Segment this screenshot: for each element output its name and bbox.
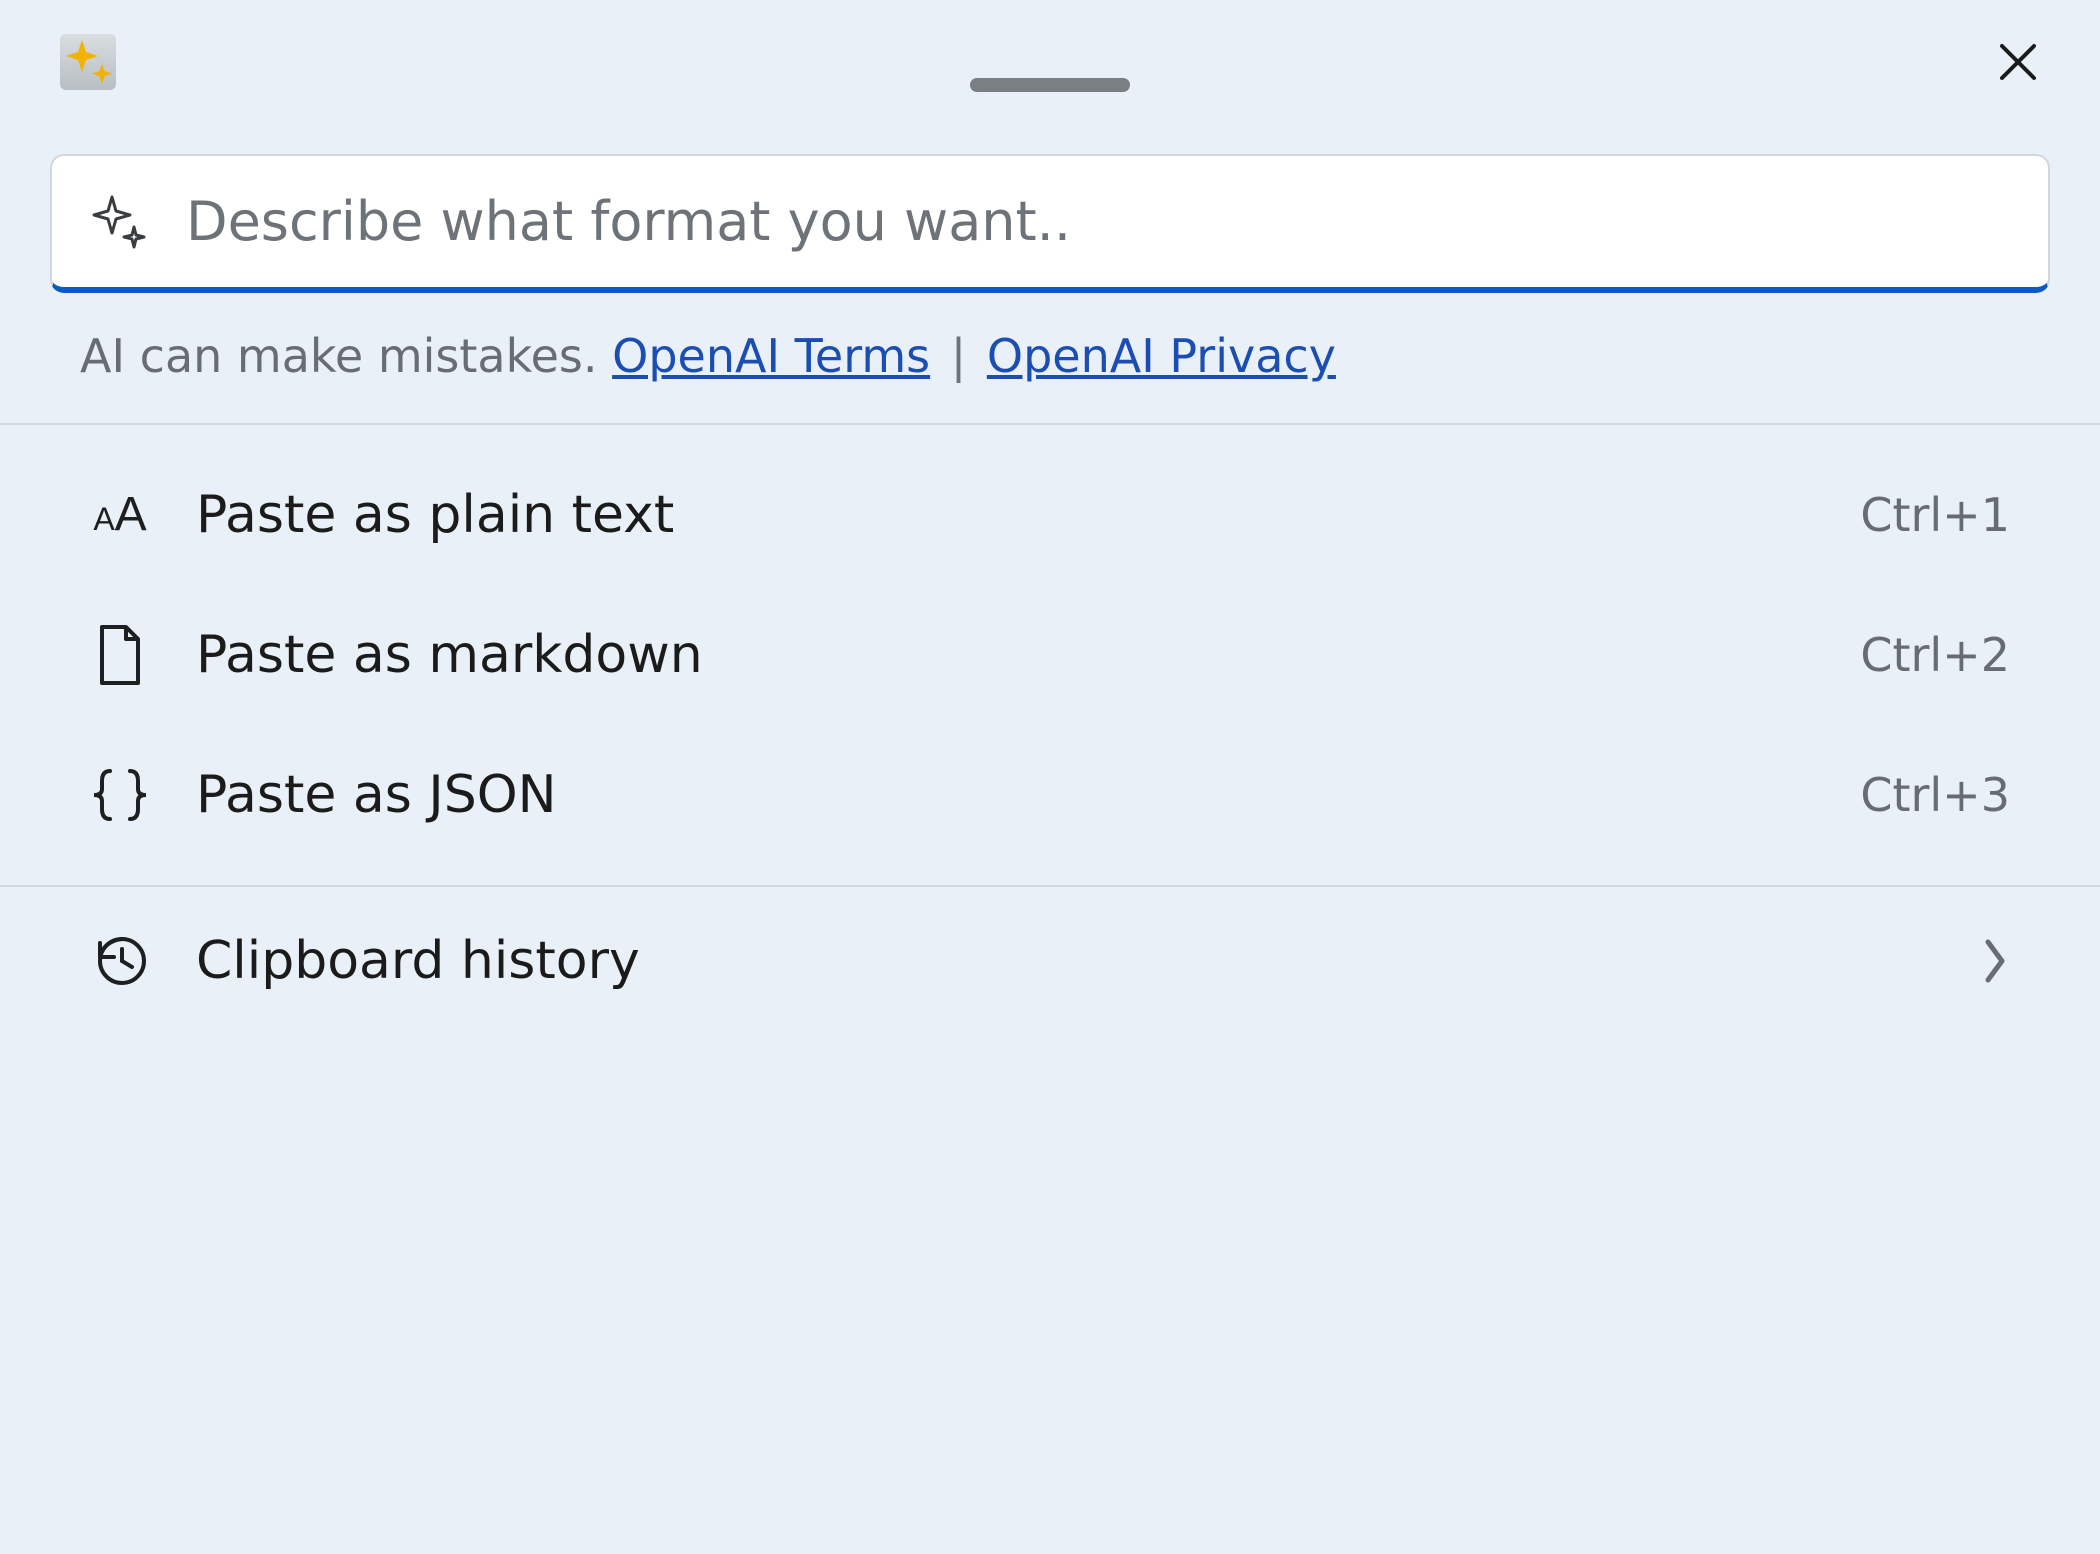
sparkle-icon xyxy=(92,195,146,249)
ai-disclaimer: AI can make mistakes. OpenAI Terms | Ope… xyxy=(50,329,2050,383)
advanced-paste-window: AI can make mistakes. OpenAI Terms | Ope… xyxy=(0,0,2100,1554)
option-label: Paste as plain text xyxy=(196,485,1814,545)
option-label: Paste as markdown xyxy=(196,625,1814,685)
option-shortcut: Ctrl+1 xyxy=(1860,488,2010,542)
history-icon xyxy=(90,931,150,991)
disclaimer-text: AI can make mistakes. xyxy=(80,329,612,383)
clipboard-history-label: Clipboard history xyxy=(196,931,1934,991)
braces-icon xyxy=(90,765,150,825)
option-paste-plain-text[interactable]: AA Paste as plain text Ctrl+1 xyxy=(0,445,2100,585)
paste-options-list: AA Paste as plain text Ctrl+1 Paste as m… xyxy=(0,425,2100,885)
titlebar xyxy=(0,0,2100,124)
option-label: Paste as JSON xyxy=(196,765,1814,825)
openai-privacy-link[interactable]: OpenAI Privacy xyxy=(987,329,1336,383)
clipboard-history-row[interactable]: Clipboard history xyxy=(0,887,2100,1035)
close-icon xyxy=(1998,42,2038,82)
prompt-input[interactable] xyxy=(186,190,2008,253)
text-format-icon: AA xyxy=(90,485,150,545)
drag-handle[interactable] xyxy=(970,78,1130,92)
prompt-section: AI can make mistakes. OpenAI Terms | Ope… xyxy=(0,124,2100,423)
close-button[interactable] xyxy=(1986,30,2050,94)
option-paste-markdown[interactable]: Paste as markdown Ctrl+2 xyxy=(0,585,2100,725)
option-shortcut: Ctrl+3 xyxy=(1860,768,2010,822)
document-icon xyxy=(90,625,150,685)
option-paste-json[interactable]: Paste as JSON Ctrl+3 xyxy=(0,725,2100,865)
app-sparkle-icon xyxy=(60,34,116,90)
openai-terms-link[interactable]: OpenAI Terms xyxy=(612,329,930,383)
prompt-field[interactable] xyxy=(50,154,2050,293)
separator: | xyxy=(936,329,981,383)
option-shortcut: Ctrl+2 xyxy=(1860,628,2010,682)
chevron-right-icon xyxy=(1980,936,2010,986)
